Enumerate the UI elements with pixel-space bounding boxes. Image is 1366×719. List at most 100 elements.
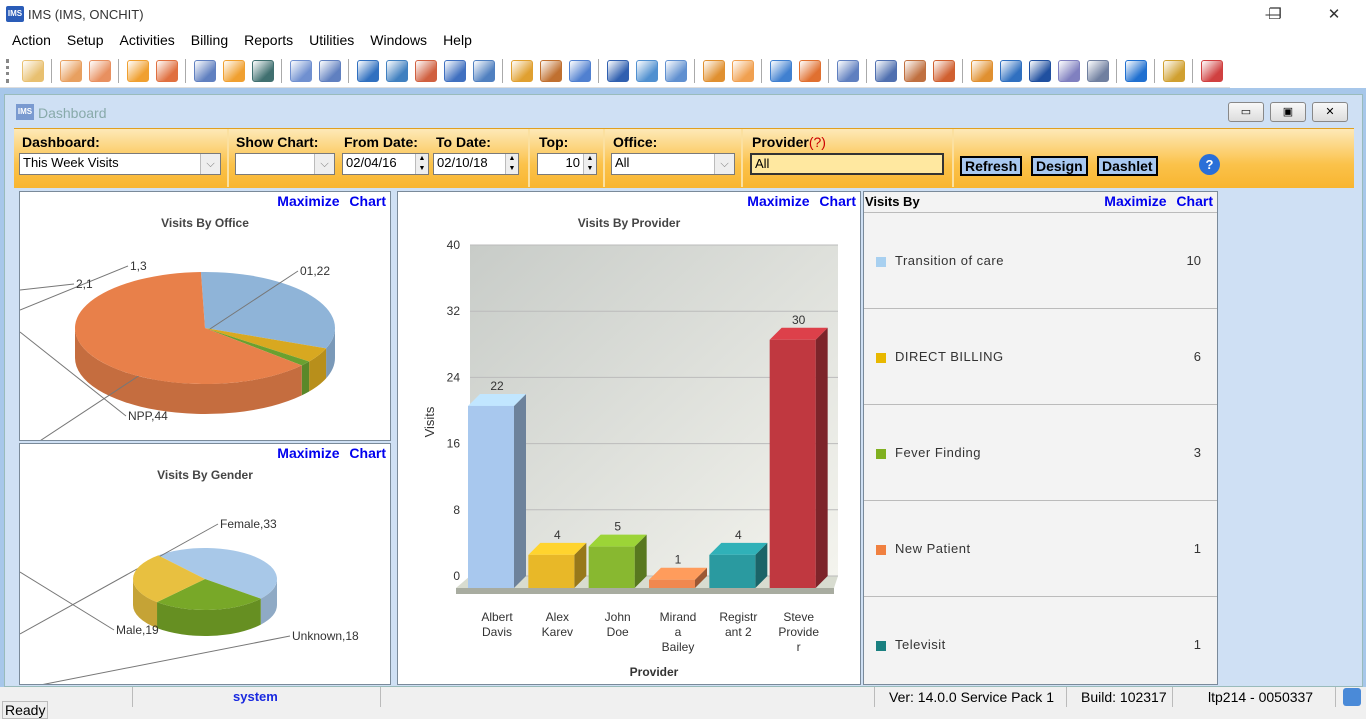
- list-item[interactable]: DIRECT BILLING 6: [864, 309, 1217, 405]
- lock-icon[interactable]: [1162, 60, 1185, 82]
- toolbar-grip[interactable]: [6, 59, 10, 83]
- menu-setup[interactable]: Setup: [59, 30, 112, 52]
- redo-icon[interactable]: [970, 60, 993, 82]
- person-chart-icon[interactable]: [798, 60, 821, 82]
- list-item[interactable]: Transition of care 10: [864, 213, 1217, 309]
- menu-action[interactable]: Action: [4, 30, 59, 52]
- x-tick-label: a: [675, 625, 682, 639]
- document-icon[interactable]: [289, 60, 312, 82]
- menu-activities[interactable]: Activities: [112, 30, 183, 52]
- dollar-doc-icon[interactable]: [385, 60, 408, 82]
- office-pie-chart: 01,22 1,3 2,1 NPP,44: [20, 259, 336, 440]
- form-check-icon[interactable]: [568, 60, 591, 82]
- top-input[interactable]: 10 ▲ ▼: [537, 153, 597, 175]
- label-leader: [42, 635, 291, 684]
- menu-utilities[interactable]: Utilities: [301, 30, 362, 52]
- dollar-person-icon[interactable]: [414, 60, 437, 82]
- to-date-input[interactable]: 02/10/18 ▲ ▼: [433, 153, 519, 175]
- box-icon[interactable]: [664, 60, 687, 82]
- close-button[interactable]: ✕: [1311, 0, 1357, 30]
- item-value: 6: [1193, 349, 1201, 364]
- back-arrow-icon[interactable]: [606, 60, 629, 82]
- menu-windows[interactable]: Windows: [362, 30, 435, 52]
- pen-icon[interactable]: [903, 60, 926, 82]
- dollar-user-icon[interactable]: [472, 60, 495, 82]
- prescription-icon[interactable]: [193, 60, 216, 82]
- design-button[interactable]: Design: [1031, 156, 1088, 176]
- icd-icon[interactable]: [932, 60, 955, 82]
- patient-check-icon[interactable]: [59, 60, 82, 82]
- bar-chart-icon[interactable]: [769, 60, 792, 82]
- dashboard-restore-button[interactable]: ▣: [1270, 102, 1306, 122]
- patient-icon[interactable]: [21, 60, 44, 82]
- edit-doc-icon[interactable]: [731, 60, 754, 82]
- calendar-grid-icon[interactable]: [510, 60, 533, 82]
- show-chart-select[interactable]: ⌵: [235, 153, 335, 175]
- grid-tools-icon[interactable]: [702, 60, 725, 82]
- spinner-icon[interactable]: ▲ ▼: [583, 154, 596, 174]
- tray-icon[interactable]: [1343, 688, 1361, 706]
- y-tick-label: 40: [447, 238, 461, 252]
- clipboard-icon[interactable]: [836, 60, 859, 82]
- bar-alex-karev[interactable]: [528, 554, 575, 588]
- bar-albert-davis[interactable]: [468, 405, 514, 588]
- chevron-down-icon[interactable]: ⌵: [200, 154, 220, 174]
- bar-john-doe[interactable]: [588, 546, 635, 588]
- help-icon[interactable]: [1124, 60, 1147, 82]
- filter-bar: Dashboard: This Week Visits ⌵ Show Chart:…: [14, 128, 1354, 188]
- office-select[interactable]: All ⌵: [611, 153, 735, 175]
- top-label: Top:: [539, 134, 569, 150]
- bar-steve-provider[interactable]: [769, 339, 816, 588]
- provider-input[interactable]: All: [750, 153, 944, 175]
- refresh-button[interactable]: Refresh: [960, 156, 1023, 176]
- dollar-transfer-icon[interactable]: [443, 60, 466, 82]
- dashlet-button[interactable]: Dashlet: [1097, 156, 1158, 176]
- shield-icon[interactable]: [251, 60, 274, 82]
- list-item[interactable]: New Patient 1: [864, 501, 1217, 597]
- list-item[interactable]: Fever Finding 3: [864, 405, 1217, 501]
- menu-help[interactable]: Help: [435, 30, 480, 52]
- exit-icon[interactable]: [1200, 60, 1223, 82]
- menu-reports[interactable]: Reports: [236, 30, 301, 52]
- restore-button[interactable]: ❐: [1252, 0, 1298, 30]
- chevron-down-icon[interactable]: ⌵: [314, 154, 334, 174]
- toolbar-separator: [118, 59, 119, 83]
- dashboard-minimize-button[interactable]: ▭: [1228, 102, 1264, 122]
- y-axis-label: Visits: [422, 406, 437, 437]
- box-refresh-icon[interactable]: [635, 60, 658, 82]
- notes-icon[interactable]: [318, 60, 341, 82]
- visits-by-title: Visits By: [865, 194, 920, 209]
- chevron-down-icon[interactable]: ⌵: [714, 154, 734, 174]
- x-tick-label: Alex: [546, 610, 569, 624]
- bar-miranda-bailey[interactable]: [649, 579, 695, 588]
- item-name: New Patient: [895, 541, 971, 556]
- bar-registrant-2[interactable]: [709, 554, 756, 588]
- dashboard-select[interactable]: This Week Visits ⌵: [19, 153, 221, 175]
- maximize-chart-link[interactable]: Maximize Chart: [1104, 193, 1213, 209]
- toolbar: [0, 55, 1230, 88]
- report-icon[interactable]: [1086, 60, 1109, 82]
- provider-help-link[interactable]: (?): [809, 134, 826, 150]
- word-icon[interactable]: [1028, 60, 1051, 82]
- spinner-icon[interactable]: ▲ ▼: [505, 154, 518, 174]
- folder-icon[interactable]: [126, 60, 149, 82]
- list-item[interactable]: Televisit 1: [864, 597, 1217, 684]
- io-transfer-icon[interactable]: [539, 60, 562, 82]
- provider-bar-chart: 0 8 16 24 32 40 Visits Provider 22 AlbertDavis 4 Al…: [422, 238, 838, 679]
- flask-icon[interactable]: [222, 60, 245, 82]
- from-date-input[interactable]: 02/04/16 ▲ ▼: [342, 153, 429, 175]
- help-icon[interactable]: ?: [1199, 154, 1220, 175]
- toolbar-separator: [1116, 59, 1117, 83]
- dashboard-close-button[interactable]: ✕: [1312, 102, 1348, 122]
- person-search-icon[interactable]: [874, 60, 897, 82]
- item-name: Fever Finding: [895, 445, 981, 460]
- menu-billing[interactable]: Billing: [183, 30, 236, 52]
- slice-label: Unknown,18: [292, 629, 359, 643]
- sync-icon[interactable]: [999, 60, 1022, 82]
- status-machine: ltp214 - 0050337: [1208, 689, 1314, 705]
- edit-person-icon[interactable]: [155, 60, 178, 82]
- dollar-icon[interactable]: [356, 60, 379, 82]
- patient-check-red-icon[interactable]: [88, 60, 111, 82]
- edit-page-icon[interactable]: [1057, 60, 1080, 82]
- spinner-icon[interactable]: ▲ ▼: [415, 154, 428, 174]
